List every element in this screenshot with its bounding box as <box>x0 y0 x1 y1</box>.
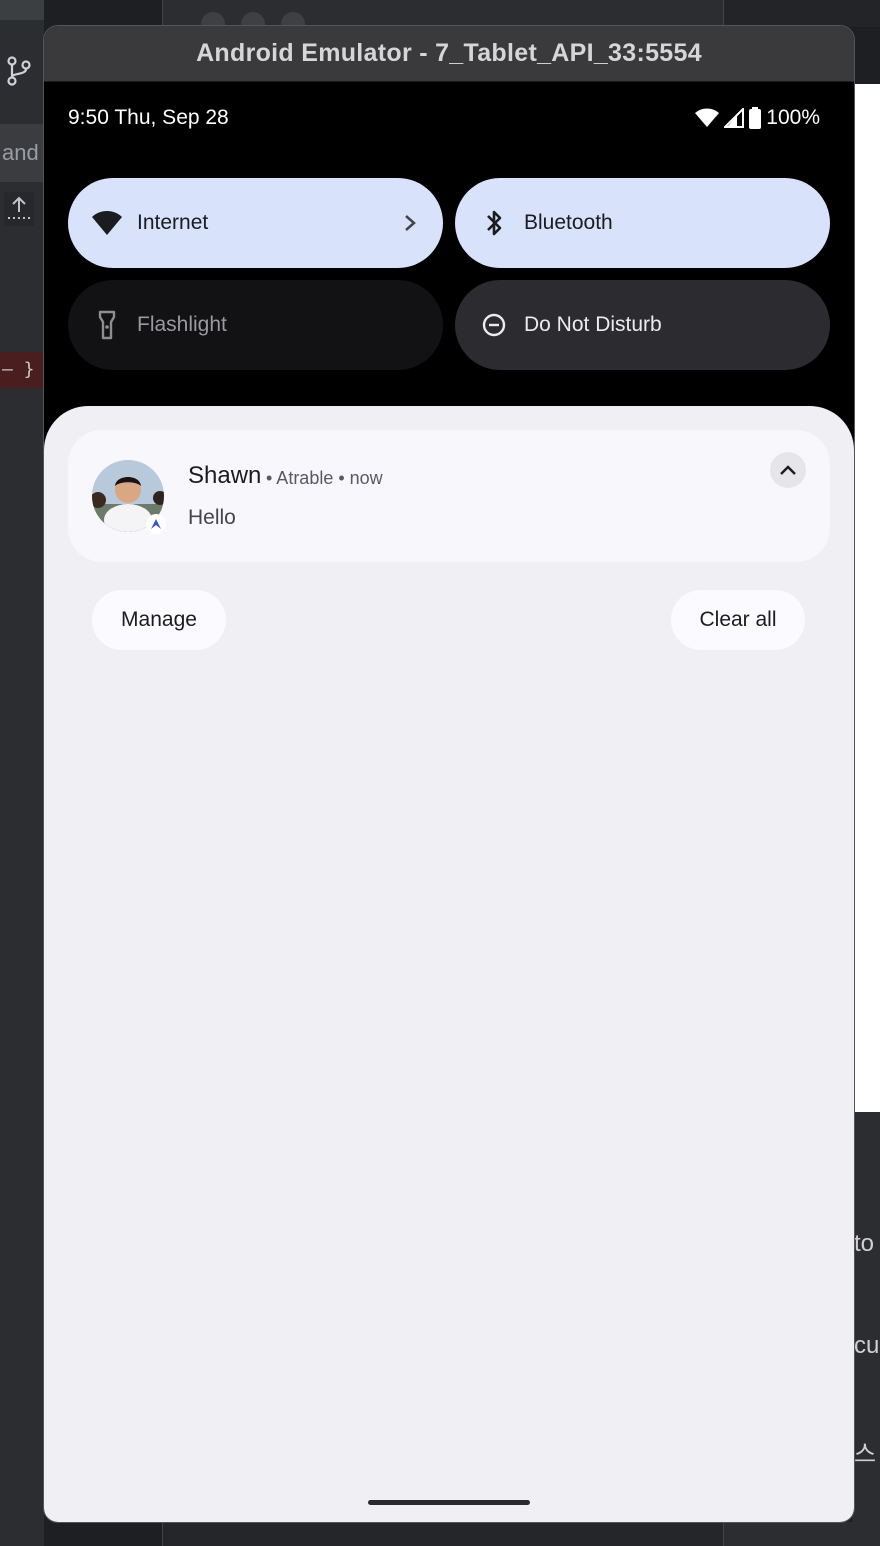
git-branch-icon[interactable] <box>6 56 32 86</box>
tile-internet[interactable]: Internet <box>68 178 443 268</box>
ide-diff-line: — } <box>0 352 44 388</box>
tile-label: Flashlight <box>137 313 227 336</box>
upload-icon[interactable] <box>4 192 34 226</box>
ide-bottom-strip <box>162 1522 724 1546</box>
status-icons: 100% <box>694 106 820 130</box>
bluetooth-icon <box>487 210 502 236</box>
emulator-title: Android Emulator - 7_Tablet_API_33:5554 <box>196 39 702 67</box>
ide-left-panel: and — } <box>0 0 44 1546</box>
ide-right-text: cu <box>854 1332 880 1359</box>
wifi-status-icon <box>695 108 720 127</box>
ide-top-strip <box>162 0 724 36</box>
ide-tab-label[interactable]: and <box>0 124 44 182</box>
notification-message: Hello <box>188 506 236 529</box>
notification-meta: • Atrable • now <box>266 468 383 488</box>
wifi-icon <box>92 211 122 235</box>
clear-all-button[interactable]: Clear all <box>671 590 805 650</box>
ide-left-topbar <box>0 0 44 20</box>
notification-sender: Shawn <box>188 462 262 489</box>
ide-right-panel: to cu 스 <box>852 1112 880 1546</box>
emulator-title-bar[interactable]: Android Emulator - 7_Tablet_API_33:5554 <box>44 26 854 82</box>
tile-do-not-disturb[interactable]: Do Not Disturb <box>455 280 830 370</box>
ide-right-text: 스 <box>854 1441 877 1468</box>
notification-shade[interactable]: Shawn • Atrable • now Hello Manage Clear… <box>44 406 854 1522</box>
cellular-signal-icon <box>724 108 745 128</box>
flashlight-icon <box>98 310 116 340</box>
manage-button[interactable]: Manage <box>92 590 226 650</box>
ide-bottom-right <box>724 1522 880 1546</box>
chevron-up-icon <box>780 465 796 475</box>
tile-label: Do Not Disturb <box>524 313 662 336</box>
emulator-window[interactable]: Android Emulator - 7_Tablet_API_33:5554 … <box>44 26 854 1522</box>
device-screen[interactable]: 9:50 Thu, Sep 28 100% Internet Bluetooth… <box>44 82 854 1522</box>
ide-right-text: to <box>854 1230 875 1257</box>
ide-top-right <box>724 0 880 27</box>
collapse-button[interactable] <box>770 452 806 488</box>
status-time-date: 9:50 Thu, Sep 28 <box>68 106 229 129</box>
do-not-disturb-icon <box>482 313 506 337</box>
notification-card[interactable]: Shawn • Atrable • now Hello <box>68 430 830 562</box>
app-badge-icon <box>146 514 166 534</box>
background-white-panel <box>852 84 880 1112</box>
battery-icon <box>749 107 762 129</box>
home-gesture-handle[interactable] <box>368 1500 530 1505</box>
tile-flashlight[interactable]: Flashlight <box>68 280 443 370</box>
chevron-right-icon <box>405 215 416 231</box>
tile-label: Bluetooth <box>524 211 613 234</box>
battery-percent: 100% <box>766 106 820 129</box>
tile-bluetooth[interactable]: Bluetooth <box>455 178 830 268</box>
tile-label: Internet <box>137 211 209 234</box>
